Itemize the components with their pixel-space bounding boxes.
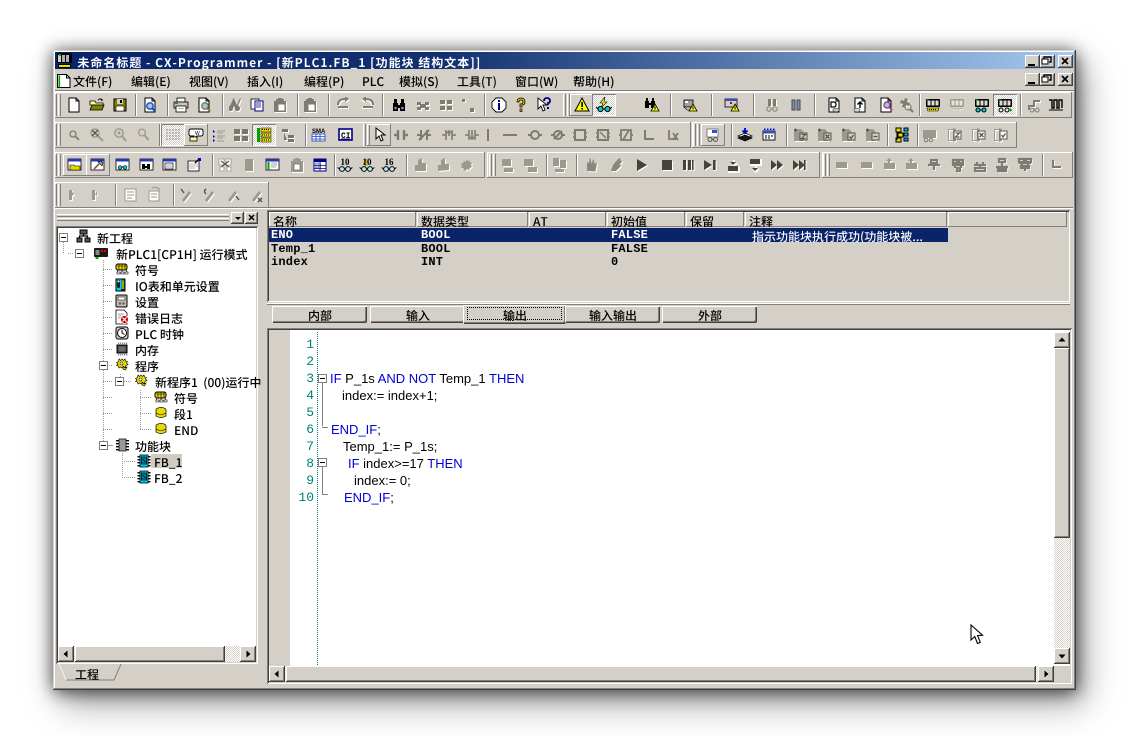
svg-text:16: 16 [385,157,395,167]
svg-text:10: 10 [341,157,351,167]
svg-text:S: S [142,457,146,465]
svg-text:W: W [195,131,200,137]
svg-text:002: 002 [315,166,321,170]
svg-text:S: S [142,473,146,481]
svg-text:CI: CI [341,132,351,141]
svg-text:10: 10 [363,157,373,167]
